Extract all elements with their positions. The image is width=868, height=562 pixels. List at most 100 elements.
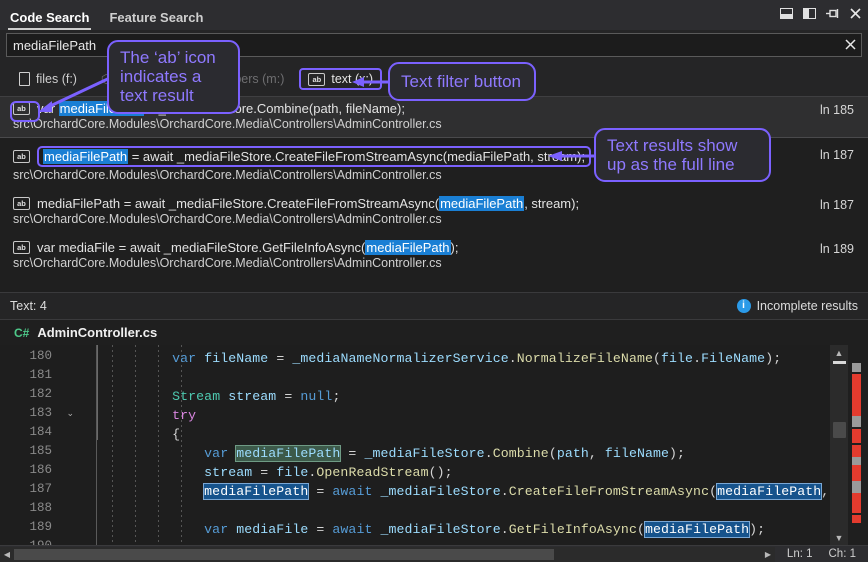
- indent-guide: [97, 345, 98, 440]
- ab-icon: ab: [308, 73, 325, 86]
- code-token: );: [669, 446, 685, 461]
- ab-icon-callout-text: The ‘ab’ icon indicates a text result: [120, 48, 216, 105]
- vertical-scrollbar[interactable]: ▲ ▼: [830, 345, 848, 545]
- full-line-callout-text: Text results show up as the full line: [607, 136, 737, 174]
- code-token: .: [693, 351, 701, 366]
- scrollbar-marker: [852, 363, 861, 372]
- code-token: FileName: [701, 351, 765, 366]
- code-token: file: [661, 351, 693, 366]
- code-line: mediaFilePath = await _mediaFileStore.Cr…: [108, 482, 829, 501]
- code-token: var: [204, 446, 228, 461]
- code-content[interactable]: var fileName = _mediaNameNormalizerServi…: [108, 345, 848, 545]
- code-token: fileName: [204, 351, 268, 366]
- result-count-label: Text: 4: [10, 299, 47, 313]
- close-icon[interactable]: [848, 6, 862, 20]
- code-token: =: [276, 389, 300, 404]
- scroll-up-arrow[interactable]: ▲: [830, 345, 848, 360]
- table-row[interactable]: ab mediaFilePath = await _mediaFileStore…: [0, 192, 868, 232]
- tab-feature-search[interactable]: Feature Search: [107, 10, 205, 30]
- code-line: var fileName = _mediaNameNormalizerServi…: [108, 349, 781, 368]
- tab-feature-search-label: Feature Search: [109, 10, 203, 25]
- vertical-scrollbar-thumb[interactable]: [833, 422, 846, 438]
- result-text: mediaFilePath = await _mediaFileStore.Cr…: [37, 146, 591, 167]
- code-line: Stream stream = null;: [108, 387, 340, 406]
- ab-icon: ab: [13, 241, 30, 254]
- scroll-down-arrow[interactable]: ▼: [830, 530, 848, 545]
- code-token: _mediaNameNormalizerService: [292, 351, 508, 366]
- code-token: mediaFilePath: [236, 446, 340, 461]
- dock-bottom-icon[interactable]: [779, 6, 793, 20]
- text-filter-callout-text: Text filter button: [401, 72, 521, 91]
- code-token: =: [340, 446, 364, 461]
- code-token: .: [485, 446, 493, 461]
- tab-strip: Code Search Feature Search: [0, 0, 205, 30]
- column-indicator: Ch: 1: [829, 548, 857, 560]
- code-token: NormalizeFileName: [517, 351, 653, 366]
- result-line-number: ln 185: [820, 103, 854, 117]
- code-token: =: [308, 522, 332, 537]
- code-editor[interactable]: 180181182183⌄184185186187188189190 var f…: [0, 345, 868, 545]
- code-token: var: [172, 351, 196, 366]
- ab-icon: ab: [13, 150, 30, 163]
- code-token: ,: [589, 446, 605, 461]
- dock-split-icon[interactable]: [802, 6, 816, 20]
- code-token: path: [557, 446, 589, 461]
- code-token: Combine: [493, 446, 549, 461]
- pin-icon[interactable]: [825, 6, 839, 20]
- scroll-right-arrow[interactable]: ▶: [761, 550, 775, 559]
- code-token: [372, 522, 380, 537]
- editor-header: C# AdminController.cs: [0, 319, 868, 345]
- code-token: ;: [332, 389, 340, 404]
- code-token: ();: [429, 465, 453, 480]
- code-token: file: [276, 465, 308, 480]
- scrollbar-marker: [852, 515, 861, 523]
- code-token: ,: [821, 484, 829, 499]
- scroll-left-arrow[interactable]: ◀: [0, 550, 14, 559]
- result-line-number: ln 189: [820, 242, 854, 256]
- code-token: {: [108, 427, 180, 442]
- info-icon: i: [737, 299, 751, 313]
- code-token: mediaFilePath: [204, 484, 308, 499]
- code-token: fileName: [605, 446, 669, 461]
- caret-position: Ln: 1 Ch: 1: [775, 548, 868, 560]
- code-token: null: [300, 389, 332, 404]
- code-token: _mediaFileStore: [364, 446, 484, 461]
- horizontal-scrollbar-thumb[interactable]: [14, 549, 554, 560]
- code-token: =: [268, 351, 292, 366]
- text-filter-callout: Text filter button: [388, 62, 536, 101]
- code-token: _mediaFileStore: [381, 484, 501, 499]
- scrollbar-marker-strip: [848, 345, 868, 545]
- result-path: src\OrchardCore.Modules\OrchardCore.Medi…: [0, 256, 868, 270]
- code-token: CreateFileFromStreamAsync: [509, 484, 709, 499]
- code-token: (: [653, 351, 661, 366]
- code-token: =: [252, 465, 276, 480]
- result-line-number: ln 187: [820, 198, 854, 212]
- code-token: var: [204, 522, 228, 537]
- code-token: _mediaFileStore: [381, 522, 501, 537]
- code-line: try: [108, 406, 196, 425]
- scrollbar-marker: [852, 457, 861, 465]
- code-token: .: [501, 484, 509, 499]
- code-token: [108, 446, 204, 461]
- editor-filename: AdminController.cs: [37, 325, 157, 340]
- horizontal-scrollbar[interactable]: ◀ ▶: [0, 547, 775, 562]
- code-token: OpenReadStream: [316, 465, 428, 480]
- code-line: var mediaFile = await _mediaFileStore.Ge…: [108, 520, 765, 539]
- clear-search-icon[interactable]: [839, 38, 861, 53]
- code-token: GetFileInfoAsync: [509, 522, 637, 537]
- result-text: mediaFilePath = await _mediaFileStore.Cr…: [37, 196, 579, 211]
- result-line-number: ln 187: [820, 148, 854, 162]
- ab-icon: ab: [13, 197, 30, 210]
- csharp-icon: C#: [14, 326, 29, 340]
- code-token: [108, 389, 172, 404]
- code-token: .: [509, 351, 517, 366]
- tab-code-search[interactable]: Code Search: [8, 10, 91, 30]
- table-row[interactable]: ab var mediaFile = await _mediaFileStore…: [0, 236, 868, 276]
- code-line: stream = file.OpenReadStream();: [108, 463, 453, 482]
- code-token: stream: [204, 465, 252, 480]
- editor-status-bar: ◀ ▶ Ln: 1 Ch: 1: [0, 545, 868, 562]
- file-icon: [19, 72, 30, 86]
- results-list[interactable]: ab var mediaFilePath = _mediaFileStore.C…: [0, 96, 868, 292]
- code-token: await: [332, 484, 372, 499]
- scrollbar-marker: [852, 429, 861, 443]
